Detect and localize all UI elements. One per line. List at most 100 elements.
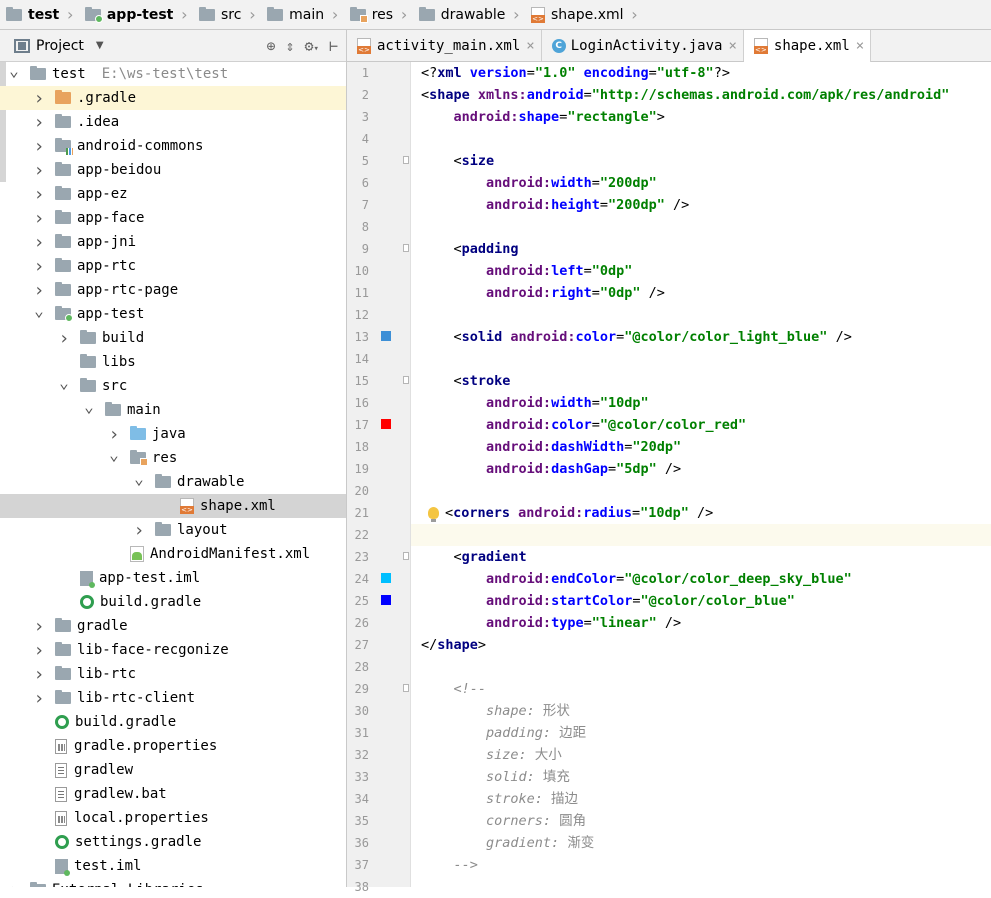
tree-item[interactable]: › app-jni xyxy=(0,230,346,254)
code-line[interactable]: android:dashGap="5dp" /> xyxy=(411,458,991,480)
expand-right-icon[interactable]: › xyxy=(8,880,20,888)
expand-right-icon[interactable]: › xyxy=(33,256,45,277)
code-line[interactable]: solid: 填充 xyxy=(411,766,991,788)
expand-right-icon[interactable]: › xyxy=(33,136,45,157)
expand-right-icon[interactable]: › xyxy=(33,112,45,133)
tree-item[interactable]: › .idea xyxy=(0,110,346,134)
code-line[interactable]: <corners android:radius="10dp" /> xyxy=(411,502,991,524)
tree-item[interactable]: test.iml xyxy=(0,854,346,878)
code-line[interactable]: android:dashWidth="20dp" xyxy=(411,436,991,458)
expand-right-icon[interactable]: › xyxy=(33,88,45,109)
expand-right-icon[interactable]: › xyxy=(58,328,70,349)
tree-item[interactable]: ⌄ drawable xyxy=(0,469,346,494)
editor-tab[interactable]: shape.xml × xyxy=(743,30,872,62)
expand-right-icon[interactable]: › xyxy=(33,616,45,637)
editor-tab[interactable]: C LoginActivity.java × xyxy=(542,30,744,61)
project-view-selector[interactable]: Project ▼ xyxy=(14,38,104,54)
breadcrumb-item[interactable]: src › xyxy=(193,0,261,30)
expand-right-icon[interactable]: › xyxy=(133,520,145,541)
code-line[interactable]: android:right="0dp" /> xyxy=(411,282,991,304)
tree-item[interactable]: › app-face xyxy=(0,206,346,230)
tree-item[interactable]: settings.gradle xyxy=(0,830,346,854)
code-line[interactable] xyxy=(411,304,991,326)
tree-item[interactable]: › app-ez xyxy=(0,182,346,206)
code-line[interactable]: padding: 边距 xyxy=(411,722,991,744)
tree-item[interactable]: ⌄ app-test xyxy=(0,301,346,326)
tree-item[interactable]: › app-rtc-page xyxy=(0,278,346,302)
code-line[interactable]: stroke: 描边 xyxy=(411,788,991,810)
color-swatch-icon[interactable] xyxy=(381,573,391,583)
expand-down-icon[interactable]: ⌄ xyxy=(8,62,20,80)
expand-right-icon[interactable]: › xyxy=(33,208,45,229)
tree-item[interactable]: › lib-rtc-client xyxy=(0,686,346,710)
code-line[interactable] xyxy=(411,876,991,898)
tree-item[interactable]: › gradle xyxy=(0,614,346,638)
breadcrumb-item[interactable]: app-test › xyxy=(79,0,193,30)
code-line[interactable]: <padding xyxy=(411,238,991,260)
tree-item-selected[interactable]: shape.xml xyxy=(0,494,346,518)
tree-item[interactable]: ⌄ main xyxy=(0,397,346,422)
tree-item[interactable]: gradle.properties xyxy=(0,734,346,758)
breadcrumb-item[interactable]: res › xyxy=(344,0,413,30)
tree-item[interactable]: › java xyxy=(0,422,346,446)
code-line[interactable]: shape: 形状 xyxy=(411,700,991,722)
code-line[interactable] xyxy=(411,216,991,238)
hide-icon[interactable]: ⊢ xyxy=(329,37,338,55)
tree-item[interactable]: app-test.iml xyxy=(0,566,346,590)
expand-down-icon[interactable]: ⌄ xyxy=(108,445,120,464)
expand-down-icon[interactable]: ⌄ xyxy=(133,469,145,488)
tree-item[interactable]: › lib-face-recgonize xyxy=(0,638,346,662)
code-line[interactable] xyxy=(411,524,991,546)
expand-right-icon[interactable]: › xyxy=(33,232,45,253)
code-line[interactable]: <?xml version="1.0" encoding="utf-8"?> xyxy=(411,62,991,84)
code-line[interactable]: --> xyxy=(411,854,991,876)
expand-right-icon[interactable]: › xyxy=(33,688,45,709)
code-line[interactable]: android:width="10dp" xyxy=(411,392,991,414)
code-line[interactable]: <!-- xyxy=(411,678,991,700)
breadcrumb-item[interactable]: drawable › xyxy=(413,0,525,30)
tree-item[interactable]: › build xyxy=(0,326,346,350)
code-line[interactable]: android:startColor="@color/color_blue" xyxy=(411,590,991,612)
fold-marker-icon[interactable] xyxy=(403,376,409,384)
code-line[interactable]: size: 大小 xyxy=(411,744,991,766)
code-line[interactable] xyxy=(411,128,991,150)
expand-right-icon[interactable]: › xyxy=(33,640,45,661)
code-line[interactable]: <size xyxy=(411,150,991,172)
code-line[interactable]: android:endColor="@color/color_deep_sky_… xyxy=(411,568,991,590)
expand-right-icon[interactable]: › xyxy=(108,424,120,445)
expand-right-icon[interactable]: › xyxy=(33,280,45,301)
code-line[interactable]: corners: 圆角 xyxy=(411,810,991,832)
tree-item[interactable]: gradlew xyxy=(0,758,346,782)
tree-item[interactable]: › lib-rtc xyxy=(0,662,346,686)
tree-item[interactable]: ⌄ res xyxy=(0,445,346,470)
code-line[interactable]: android:width="200dp" xyxy=(411,172,991,194)
tree-item[interactable]: build.gradle xyxy=(0,710,346,734)
tree-item[interactable]: › android-commons xyxy=(0,134,346,158)
tree-item[interactable]: local.properties xyxy=(0,806,346,830)
fold-marker-icon[interactable] xyxy=(403,156,409,164)
collapse-icon[interactable]: ⇕ xyxy=(285,37,294,55)
tree-item[interactable]: libs xyxy=(0,350,346,374)
tree-item[interactable]: build.gradle xyxy=(0,590,346,614)
gear-icon[interactable]: ⚙▾ xyxy=(305,37,319,55)
code-line[interactable]: android:height="200dp" /> xyxy=(411,194,991,216)
expand-right-icon[interactable]: › xyxy=(33,664,45,685)
expand-down-icon[interactable]: ⌄ xyxy=(33,301,45,320)
code-line[interactable] xyxy=(411,656,991,678)
breadcrumb-item[interactable]: main › xyxy=(261,0,344,30)
expand-right-icon[interactable]: › xyxy=(33,184,45,205)
close-icon[interactable]: × xyxy=(856,38,864,54)
tree-item[interactable]: ⌄ test E:\ws-test\test xyxy=(0,62,346,86)
code-line[interactable]: android:color="@color/color_red" xyxy=(411,414,991,436)
fold-marker-icon[interactable] xyxy=(403,684,409,692)
code-line[interactable]: <shape xmlns:android="http://schemas.and… xyxy=(411,84,991,106)
code-line[interactable]: <gradient xyxy=(411,546,991,568)
code-line[interactable]: android:shape="rectangle"> xyxy=(411,106,991,128)
expand-right-icon[interactable]: › xyxy=(33,160,45,181)
code-line[interactable] xyxy=(411,480,991,502)
locate-icon[interactable]: ⊕ xyxy=(266,37,275,55)
tree-item[interactable]: › .gradle xyxy=(0,86,346,110)
color-swatch-icon[interactable] xyxy=(381,595,391,605)
tree-item[interactable]: › app-rtc xyxy=(0,254,346,278)
code-line[interactable]: <stroke xyxy=(411,370,991,392)
